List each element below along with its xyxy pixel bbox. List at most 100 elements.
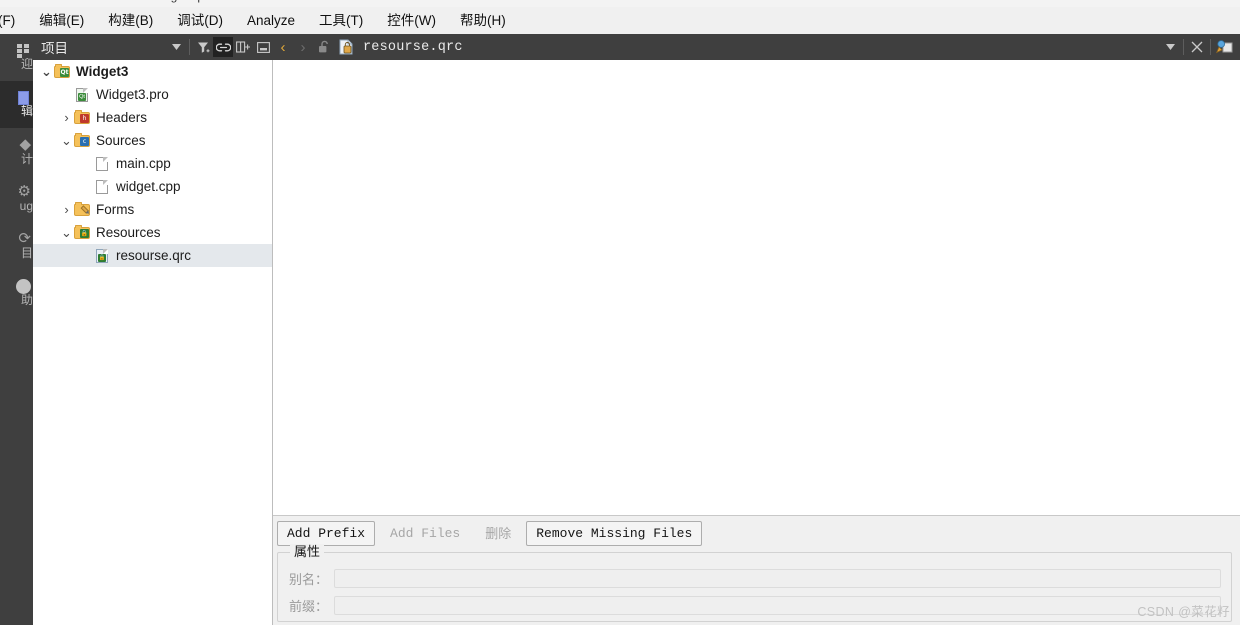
chevron-right-icon[interactable]: › bbox=[59, 111, 74, 124]
qt-project-folder-icon: Qt bbox=[54, 64, 71, 79]
tree-item-label: Forms bbox=[96, 202, 135, 217]
split-editor-icon[interactable] bbox=[1214, 37, 1234, 57]
collapse-panel-button[interactable] bbox=[253, 37, 273, 57]
mode-label: 辑 bbox=[20, 105, 33, 118]
menu-analyze[interactable]: Analyze bbox=[236, 10, 306, 32]
menu-build[interactable]: 构建(B) bbox=[97, 10, 164, 32]
menu-debug[interactable]: 调试(D) bbox=[166, 10, 234, 32]
cpp-file-icon bbox=[94, 156, 111, 171]
headers-folder-icon: h bbox=[74, 110, 91, 125]
add-prefix-button[interactable]: Add Prefix bbox=[277, 521, 376, 546]
menu-tools[interactable]: 工具(T) bbox=[308, 10, 374, 32]
editor-filename[interactable]: resourse.qrc bbox=[357, 40, 463, 55]
mode-label: 计 bbox=[20, 153, 33, 166]
mode-design-diamond[interactable]: ◆ 计 bbox=[0, 128, 33, 175]
resources-folder-icon: 🔒 bbox=[74, 225, 91, 240]
welcome-squares-icon bbox=[17, 44, 33, 58]
resource-editor-canvas[interactable] bbox=[273, 60, 1240, 515]
editor-tab-bar: ‹ › resourse.qrc bbox=[273, 34, 1240, 60]
alias-field[interactable] bbox=[334, 569, 1221, 588]
projects-wrench-icon: ⟳ bbox=[18, 230, 31, 247]
tree-item-label: Sources bbox=[96, 133, 146, 148]
menu-bar: (F)编辑(E)构建(B)调试(D)Analyze工具(T)控件(W)帮助(H) bbox=[0, 7, 1240, 35]
mode-welcome-squares[interactable]: 迎 bbox=[0, 34, 33, 81]
cpp-file-icon bbox=[94, 179, 111, 194]
close-editor-button[interactable] bbox=[1187, 37, 1207, 57]
tree-item-forms[interactable]: › Forms bbox=[33, 198, 272, 221]
editor-dropdown-button[interactable] bbox=[1160, 37, 1180, 57]
window-title-sliver: Widget3.pro bbox=[0, 0, 1240, 7]
tabbar-separator bbox=[1183, 39, 1184, 55]
tree-item-widget.cpp[interactable]: widget.cpp bbox=[33, 175, 272, 198]
tree-item-label: resourse.qrc bbox=[116, 248, 192, 263]
qt-pro-file-icon: Qt bbox=[74, 87, 91, 102]
mode-label: 迎 bbox=[20, 58, 33, 71]
tabbar-separator-2 bbox=[1210, 39, 1211, 55]
toolbar-separator bbox=[189, 39, 190, 55]
project-panel-title: 项目 bbox=[41, 41, 68, 56]
tree-item-resourse.qrc[interactable]: 🔒 resourse.qrc bbox=[33, 244, 272, 267]
qrc-file-icon bbox=[335, 36, 357, 58]
prefix-label: 前缀： bbox=[288, 599, 328, 614]
forms-folder-icon bbox=[74, 202, 91, 217]
prefix-field[interactable] bbox=[334, 596, 1221, 615]
chevron-right-icon[interactable]: › bbox=[59, 203, 74, 216]
tree-item-label: main.cpp bbox=[116, 156, 171, 171]
mode-selector-bar: 迎辑 ◆ 计 ⚙ ug ⟳ 目助 bbox=[0, 34, 33, 625]
tree-item-widget3[interactable]: ⌄ Qt Widget3 bbox=[33, 60, 272, 83]
edit-page-icon bbox=[18, 91, 33, 105]
mode-projects-wrench[interactable]: ⟳ 目 bbox=[0, 222, 33, 269]
tree-item-label: Widget3.pro bbox=[96, 87, 169, 102]
mode-edit-page[interactable]: 辑 bbox=[0, 81, 33, 128]
alias-label: 别名： bbox=[288, 572, 328, 587]
mode-help-circle[interactable]: 助 bbox=[0, 269, 33, 316]
navigate-back-button[interactable]: ‹ bbox=[273, 36, 293, 58]
filter-button[interactable] bbox=[193, 37, 213, 57]
sources-folder-icon: c bbox=[74, 133, 91, 148]
tree-item-sources[interactable]: ⌄ c Sources bbox=[33, 129, 272, 152]
prefix-row: 前缀： bbox=[278, 596, 1231, 615]
mode-debug-bug[interactable]: ⚙ ug bbox=[0, 175, 33, 222]
tree-item-widget3.pro[interactable]: Qt Widget3.pro bbox=[33, 83, 272, 106]
project-tree[interactable]: ⌄ Qt Widget3 Qt Widget3.pro › h Headers ⌄ c Sourc… bbox=[33, 60, 273, 625]
navigate-forward-button[interactable]: › bbox=[293, 36, 313, 58]
debug-bug-icon: ⚙ bbox=[17, 183, 31, 200]
design-diamond-icon: ◆ bbox=[19, 136, 31, 153]
properties-group-box: 属性 别名： 前缀： bbox=[277, 544, 1232, 622]
add-files-button: Add Files bbox=[390, 526, 461, 541]
resource-editor-bottom-panel: Add Prefix Add Files 删除 Remove Missing File… bbox=[273, 515, 1240, 625]
unlocked-padlock-icon[interactable] bbox=[313, 36, 335, 58]
chevron-down-icon[interactable]: ⌄ bbox=[59, 134, 74, 147]
watermark: CSDN @菜花籽 bbox=[1137, 605, 1230, 619]
chevron-down-icon[interactable]: ⌄ bbox=[39, 65, 54, 78]
tree-item-label: Widget3 bbox=[76, 64, 129, 79]
tree-item-resources[interactable]: ⌄ 🔒 Resources bbox=[33, 221, 272, 244]
project-selector-dropdown[interactable] bbox=[166, 37, 186, 57]
tree-item-label: widget.cpp bbox=[116, 179, 181, 194]
menu-edit[interactable]: 编辑(E) bbox=[28, 10, 95, 32]
resource-editor-button-row: Add Prefix Add Files 删除 Remove Missing File… bbox=[277, 521, 707, 546]
qrc-file-icon: 🔒 bbox=[94, 248, 111, 263]
alias-row: 别名： bbox=[278, 569, 1231, 588]
window-title-text: Widget3.pro bbox=[150, 0, 215, 3]
tree-item-label: Headers bbox=[96, 110, 148, 125]
mode-label: 目 bbox=[20, 247, 33, 260]
remove-missing-files-button[interactable]: Remove Missing Files bbox=[526, 521, 703, 546]
tree-item-headers[interactable]: › h Headers bbox=[33, 106, 272, 129]
chevron-down-icon[interactable]: ⌄ bbox=[59, 226, 74, 239]
mode-label: ug bbox=[19, 200, 33, 213]
project-panel-header: 项目 bbox=[33, 34, 273, 60]
help-circle-icon bbox=[16, 278, 33, 294]
properties-group-title: 属性 bbox=[290, 544, 325, 560]
menu-file[interactable]: (F) bbox=[0, 10, 26, 32]
menu-help[interactable]: 帮助(H) bbox=[449, 10, 517, 32]
menu-window[interactable]: 控件(W) bbox=[376, 10, 447, 32]
tree-item-label: Resources bbox=[96, 225, 161, 240]
sync-with-editor-button[interactable] bbox=[213, 37, 233, 57]
tree-item-main.cpp[interactable]: main.cpp bbox=[33, 152, 272, 175]
split-layout-button[interactable] bbox=[233, 37, 253, 57]
